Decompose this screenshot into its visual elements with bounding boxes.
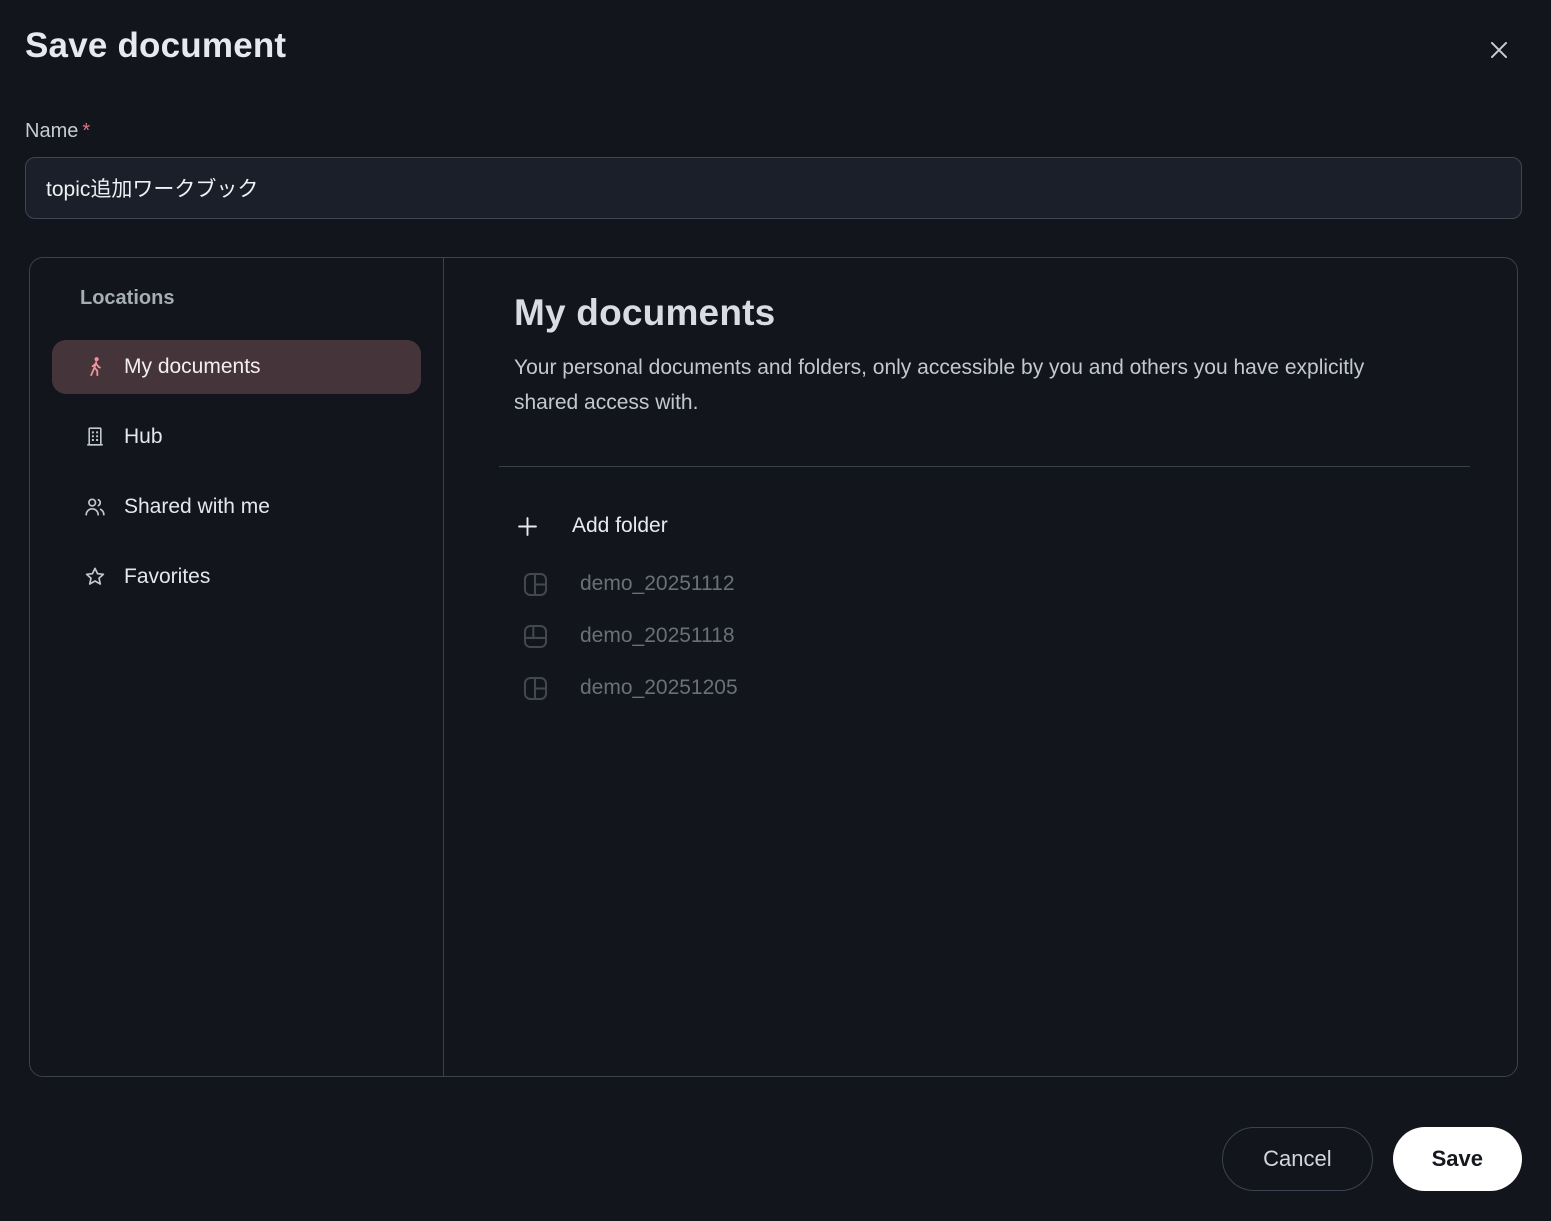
sidebar-item-label: My documents [124,355,261,378]
sidebar-item-label: Shared with me [124,495,270,518]
add-folder-button[interactable]: Add folder [514,511,668,541]
dialog-footer: Cancel Save [25,1127,1522,1191]
cancel-button[interactable]: Cancel [1222,1127,1373,1191]
name-input[interactable] [25,157,1522,219]
sidebar-item-hub[interactable]: Hub [52,410,421,464]
workbook-layout-icon [521,622,550,651]
location-picker-panel: Locations My documents Hub Shared with m… [29,257,1518,1077]
workbook-layout-icon [521,570,550,599]
content-divider [499,466,1470,467]
content-heading: My documents [514,292,776,333]
folder-name: demo_20251118 [580,624,735,647]
folder-item[interactable]: demo_20251112 [514,558,735,610]
close-icon [1490,41,1508,59]
sidebar-item-label: Favorites [124,565,211,588]
folder-item[interactable]: demo_20251118 [514,610,735,662]
sidebar-item-favorites[interactable]: Favorites [52,550,421,604]
plus-icon [514,513,541,540]
name-label: Name * [25,120,1522,143]
save-document-dialog: Save document Name* Locations [0,0,1551,1221]
locations-header: Locations [80,287,175,309]
dialog-title: Save document [25,26,287,65]
folder-name: demo_20251112 [580,572,735,595]
name-field-group: Name * [25,120,1522,219]
folder-name: demo_20251205 [580,676,738,699]
required-asterisk: * [82,120,91,142]
folder-item[interactable]: demo_20251205 [514,662,738,714]
workbook-layout-icon [521,674,550,703]
locations-sidebar: Locations My documents Hub Shared with m… [30,258,444,1076]
people-icon [83,495,107,519]
name-label-text: Name [25,120,79,142]
location-content-panel: My documents Your personal documents and… [444,258,1517,1076]
star-icon [83,565,107,589]
locations-nav-list: My documents Hub Shared with me Favorite… [52,340,421,604]
sidebar-item-my-documents[interactable]: My documents [52,340,421,394]
person-walking-icon [83,355,107,379]
save-button[interactable]: Save [1392,1127,1522,1191]
content-description: Your personal documents and folders, onl… [514,356,1365,414]
sidebar-item-label: Hub [124,425,163,448]
sidebar-item-shared-with-me[interactable]: Shared with me [52,480,421,534]
folder-list: demo_20251112 demo_20251118 demo_2025120… [514,558,1470,714]
add-folder-label: Add folder [572,514,668,537]
building-icon [83,425,107,449]
close-button[interactable] [1481,32,1517,68]
